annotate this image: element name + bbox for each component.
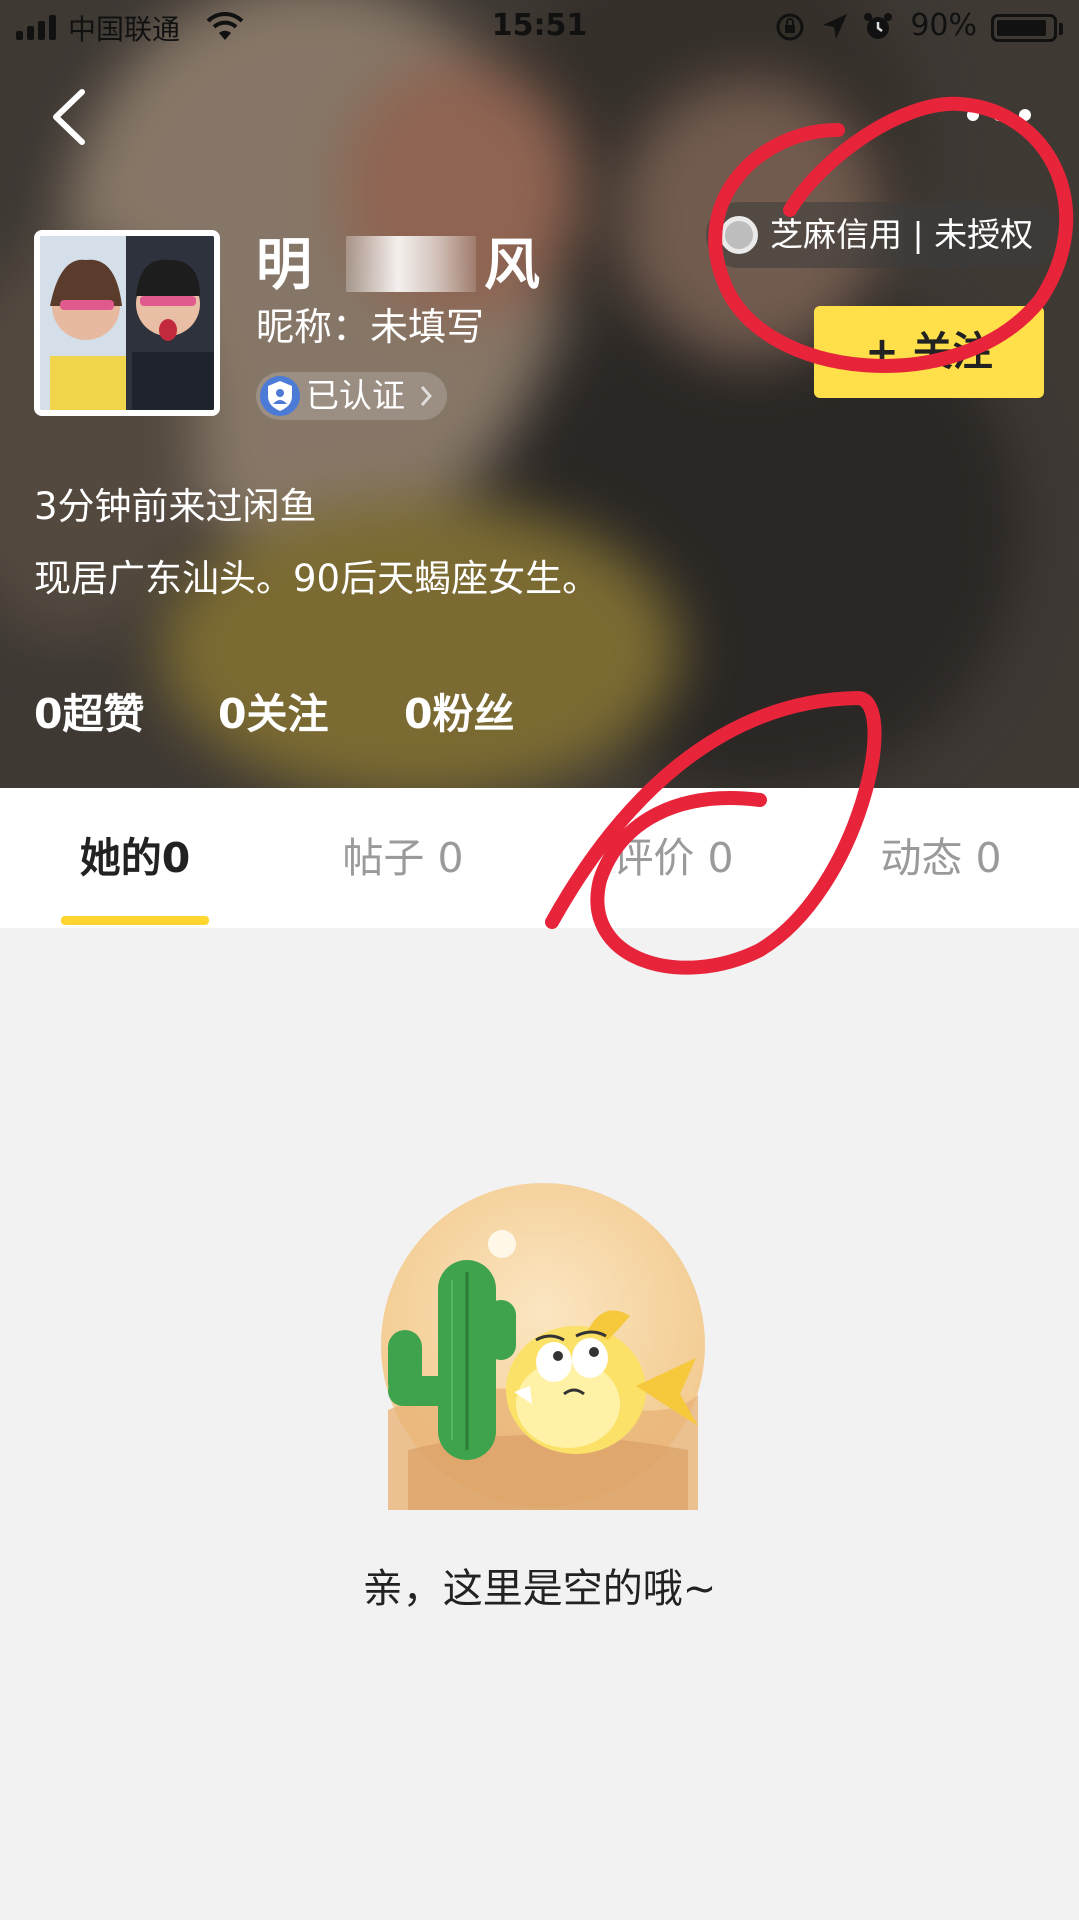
- stat-following[interactable]: 0关注: [218, 680, 329, 740]
- avatar-photo: [40, 236, 214, 410]
- alarm-icon: [864, 13, 892, 39]
- nickname-label: 昵称：: [256, 305, 371, 349]
- nickname-row: 昵称：未填写: [256, 296, 484, 351]
- follow-button[interactable]: + 关注: [814, 306, 1044, 398]
- battery-percent: 90%: [910, 8, 977, 43]
- profile-header: 中国联通 15:51 90% 明 风 昵称：未填写 已认证 芝麻信用 | 未授权…: [0, 0, 1079, 788]
- cactus-fish-illustration: [381, 1183, 705, 1510]
- certified-label: 已认证: [306, 376, 405, 415]
- tab-activity[interactable]: 动态 0: [806, 788, 1076, 928]
- zhima-credit-icon: [720, 216, 758, 254]
- user-name-end: 风: [484, 233, 540, 298]
- battery-icon: [991, 14, 1057, 42]
- profile-tabs: 她的0 帖子 0 评价 0 动态 0: [0, 788, 1079, 928]
- tab-hers[interactable]: 她的0: [0, 788, 270, 928]
- zhima-credit-label: 芝麻信用 | 未授权: [770, 215, 1034, 254]
- tab-reviews[interactable]: 评价 0: [538, 788, 808, 928]
- chevron-left-icon: [53, 89, 85, 145]
- stat-likes[interactable]: 0超赞: [34, 680, 145, 740]
- name-redaction: [346, 236, 476, 292]
- back-button[interactable]: [40, 82, 100, 152]
- stat-followers[interactable]: 0粉丝: [404, 680, 515, 740]
- avatar[interactable]: [34, 230, 220, 416]
- user-name-start: 明: [256, 233, 312, 298]
- empty-state-message: 亲，这里是空的哦~: [362, 1566, 717, 1612]
- bio-text: 现居广东汕头。90后天蝎座女生。: [34, 557, 600, 600]
- zhima-credit-button[interactable]: 芝麻信用 | 未授权: [706, 202, 1062, 268]
- rotation-lock-icon: [776, 13, 804, 41]
- nickname-value: 未填写: [370, 305, 485, 349]
- more-dots-icon: [967, 109, 1031, 121]
- active-tab-indicator: [61, 916, 209, 925]
- more-button[interactable]: [959, 100, 1039, 130]
- verified-user-icon: [260, 376, 300, 416]
- last-seen-text: 3分钟前来过闲鱼: [34, 485, 317, 528]
- tab-posts[interactable]: 帖子 0: [268, 788, 538, 928]
- status-bar: 中国联通 15:51 90%: [0, 0, 1079, 56]
- location-arrow-icon: [823, 14, 847, 39]
- certified-badge[interactable]: 已认证: [256, 372, 447, 420]
- chevron-right-icon: [420, 386, 433, 406]
